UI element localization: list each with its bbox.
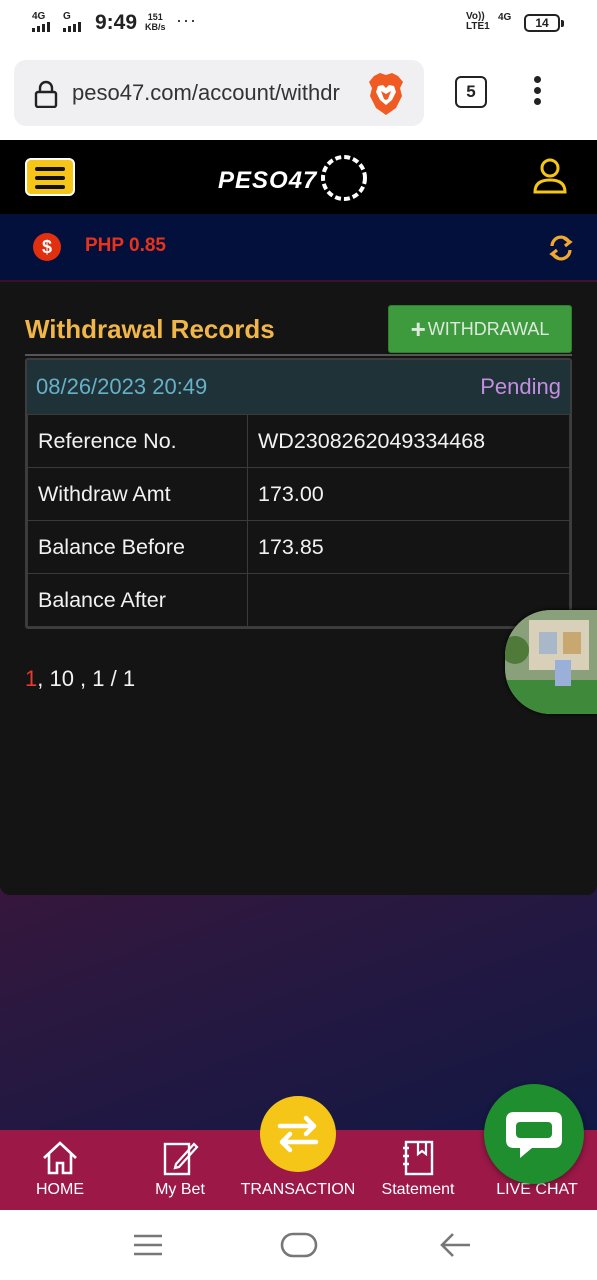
edit-note-icon xyxy=(163,1142,199,1176)
row-value xyxy=(247,573,570,627)
row-label: Reference No. xyxy=(27,414,248,468)
nav-transaction-label: TRANSACTION xyxy=(240,1181,356,1198)
nav-home-label: HOME xyxy=(36,1181,84,1198)
menu-button[interactable] xyxy=(25,158,75,196)
transaction-button[interactable] xyxy=(260,1096,336,1172)
nav-mybet[interactable]: My Bet xyxy=(130,1130,230,1210)
signal-indicator-1: 4G xyxy=(32,12,50,35)
clock: 9:49 xyxy=(95,11,138,34)
network-type-2: G xyxy=(63,11,71,22)
row-label: Balance Before xyxy=(27,520,248,574)
pagination-info: , 10 , 1 / 1 xyxy=(37,666,136,691)
network-type-3: 4G xyxy=(498,12,512,23)
browser-toolbar: peso47.com/account/withdr 5 xyxy=(0,48,597,140)
hamburger-line xyxy=(35,167,65,171)
withdrawal-records-panel: Withdrawal Records + WITHDRAWAL 08/26/20… xyxy=(0,282,597,895)
network-type-1: 4G xyxy=(32,11,46,22)
speed-unit: KB/s xyxy=(145,22,166,32)
row-label: Balance After xyxy=(27,573,248,627)
network-speed: 151 KB/s xyxy=(145,12,166,32)
bubble-thumbnail-image xyxy=(505,610,597,714)
record-datetime: 08/26/2023 20:49 xyxy=(36,374,208,399)
table-row: Reference No. WD2308262049334468 xyxy=(27,414,570,468)
lock-icon xyxy=(34,80,58,108)
table-row: Balance Before 173.85 xyxy=(27,520,570,574)
more-notifications-icon: ··· xyxy=(176,10,197,30)
table-row: Balance After xyxy=(27,573,570,627)
address-bar[interactable]: peso47.com/account/withdr xyxy=(14,60,424,126)
user-account-icon[interactable] xyxy=(530,156,570,196)
speed-value: 151 xyxy=(147,12,163,22)
balance-bar: $ PHP 0.85 xyxy=(0,214,597,280)
book-icon xyxy=(403,1140,434,1176)
add-withdrawal-label: WITHDRAWAL xyxy=(427,318,550,339)
system-navigation-bar xyxy=(0,1210,597,1280)
floating-video-bubble[interactable] xyxy=(505,610,597,714)
signal-bars-icon xyxy=(32,22,50,32)
chat-bubble-icon xyxy=(506,1112,562,1158)
transfer-arrows-icon xyxy=(277,1115,319,1153)
logo-text: PESO47 xyxy=(218,167,318,194)
brave-shield-icon[interactable] xyxy=(366,72,406,116)
add-withdrawal-button[interactable]: + WITHDRAWAL xyxy=(388,305,572,353)
live-chat-button[interactable] xyxy=(484,1084,584,1184)
hamburger-line xyxy=(35,185,65,189)
home-system-icon[interactable] xyxy=(280,1232,318,1258)
status-badge: Pending xyxy=(480,374,561,399)
back-icon[interactable] xyxy=(438,1230,474,1260)
row-value: 173.00 xyxy=(247,467,570,521)
signal-bars-icon xyxy=(63,22,81,32)
nav-home[interactable]: HOME xyxy=(10,1130,110,1210)
tab-switcher-button[interactable]: 5 xyxy=(455,76,487,108)
signal-indicator-2: G xyxy=(63,12,81,35)
table-row: Withdraw Amt 173.00 xyxy=(27,467,570,521)
record-details-table: Reference No. WD2308262049334468 Withdra… xyxy=(27,414,570,627)
row-value: WD2308262049334468 xyxy=(247,414,570,468)
refresh-icon[interactable] xyxy=(547,234,575,262)
home-icon xyxy=(43,1141,77,1175)
nav-statement-label: Statement xyxy=(381,1181,455,1198)
divider xyxy=(25,354,572,356)
balance-amount: PHP 0.85 xyxy=(85,235,166,256)
page-title: Withdrawal Records xyxy=(25,314,275,344)
status-bar: 4G G 9:49 151 KB/s ··· Vo)) LTE1 4G 14 xyxy=(0,0,597,48)
record-header: 08/26/2023 20:49 Pending xyxy=(27,360,570,414)
currency-coin-icon: $ xyxy=(33,233,61,261)
row-value: 173.85 xyxy=(247,520,570,574)
row-label: Withdraw Amt xyxy=(27,467,248,521)
pagination: 1, 10 , 1 / 1 xyxy=(25,666,135,692)
hamburger-line xyxy=(35,176,65,180)
lte-label: LTE1 xyxy=(466,21,490,32)
site-logo[interactable]: PESO47 xyxy=(216,154,381,202)
withdrawal-record-card: 08/26/2023 20:49 Pending Reference No. W… xyxy=(25,358,572,629)
url-text[interactable]: peso47.com/account/withdr xyxy=(72,80,362,106)
battery-icon: 14 xyxy=(524,14,564,32)
site-header: PESO47 xyxy=(0,140,597,214)
nav-statement[interactable]: Statement xyxy=(368,1130,468,1210)
plus-icon: + xyxy=(410,314,426,344)
current-page[interactable]: 1 xyxy=(25,666,37,691)
volte-indicator: Vo)) LTE1 xyxy=(466,12,490,32)
browser-menu-icon[interactable] xyxy=(527,76,547,112)
nav-mybet-label: My Bet xyxy=(155,1181,205,1198)
recent-apps-icon[interactable] xyxy=(130,1232,166,1258)
